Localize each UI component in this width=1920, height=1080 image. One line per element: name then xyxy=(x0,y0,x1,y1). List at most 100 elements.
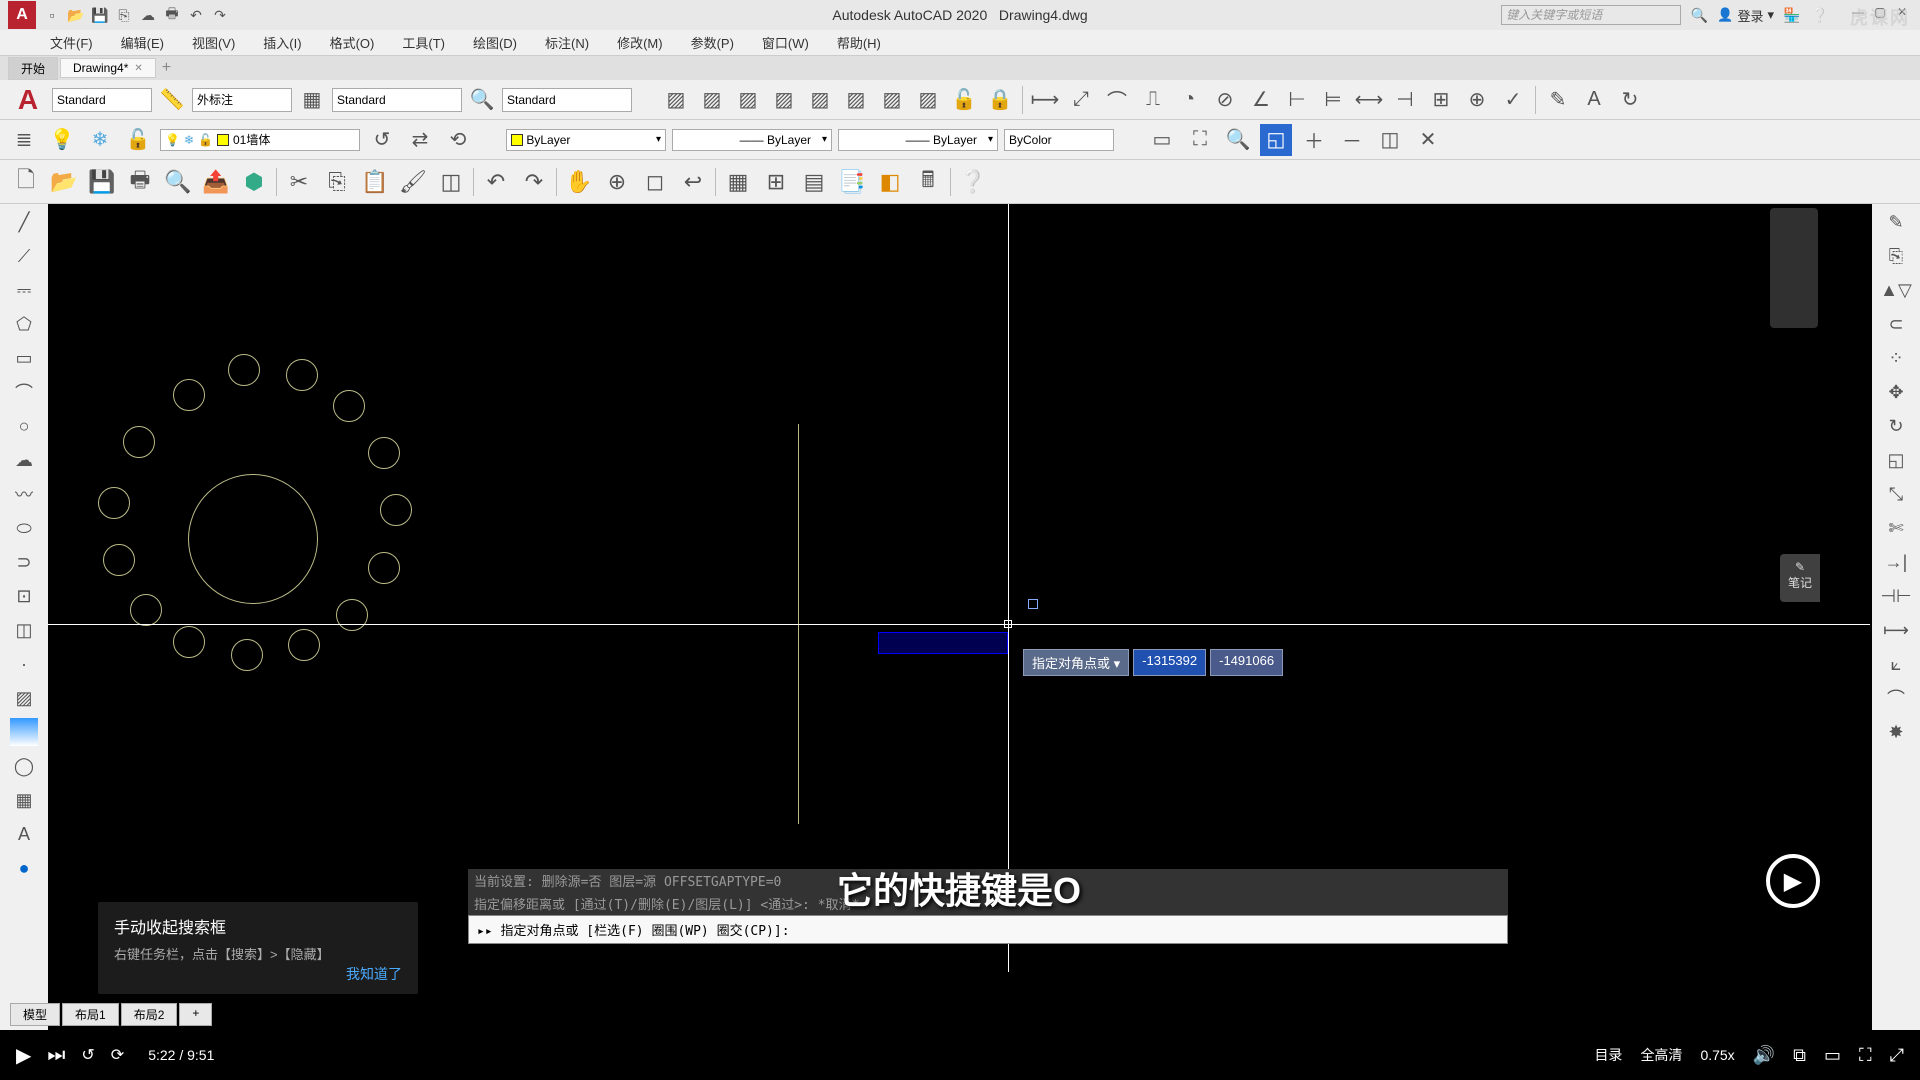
dim-space-icon[interactable]: ⟷ xyxy=(1353,84,1385,116)
help-icon[interactable]: ❔ xyxy=(1810,5,1830,25)
tab-add-layout[interactable]: + xyxy=(179,1003,212,1026)
mleader-style-dropdown[interactable]: Standard xyxy=(502,88,632,112)
color-dropdown[interactable]: ByLayer xyxy=(506,129,666,151)
mleader-style-icon[interactable]: 🔍 xyxy=(466,84,498,116)
3d-icon[interactable]: ⬢ xyxy=(236,164,272,200)
dim-style-icon[interactable]: 📏 xyxy=(156,84,188,116)
dim-edit-icon[interactable]: ✎ xyxy=(1542,84,1574,116)
dim-break-icon[interactable]: ⊣ xyxy=(1389,84,1421,116)
rotate-icon[interactable]: ↻ xyxy=(1882,412,1910,440)
print-icon[interactable]: 🖶 xyxy=(122,164,158,200)
region-icon[interactable]: ◯ xyxy=(10,752,38,780)
extend-icon[interactable]: →| xyxy=(1882,548,1910,576)
menu-dimension[interactable]: 标注(N) xyxy=(545,33,589,52)
menu-edit[interactable]: 编辑(E) xyxy=(121,33,164,52)
tab-layout2[interactable]: 布局2 xyxy=(121,1003,178,1026)
login-button[interactable]: 👤 登录 ▾ xyxy=(1717,6,1774,25)
table-style-icon[interactable]: ▦ xyxy=(296,84,328,116)
pan-icon[interactable]: ✋ xyxy=(561,164,597,200)
inspect-icon[interactable]: ✓ xyxy=(1497,84,1529,116)
sheet-set-icon[interactable]: 📑 xyxy=(834,164,870,200)
saveas-icon[interactable]: ⎘ xyxy=(114,5,134,25)
copy-obj-icon[interactable]: ⎘ xyxy=(1882,242,1910,270)
tab-new-icon[interactable]: + xyxy=(162,59,171,77)
layer-prev-icon[interactable]: ⟲ xyxy=(442,124,474,156)
chamfer-icon[interactable]: ⟀ xyxy=(1882,650,1910,678)
break-icon[interactable]: ⊣⊢ xyxy=(1882,582,1910,610)
toolbar-icon[interactable]: ▨ xyxy=(840,84,872,116)
zoom-in-icon[interactable]: ＋ xyxy=(1298,124,1330,156)
dim-text-edit-icon[interactable]: A xyxy=(1578,84,1610,116)
save-icon[interactable]: 💾 xyxy=(90,5,110,25)
zoom-win-icon[interactable]: ◻ xyxy=(637,164,673,200)
tab-close-icon[interactable]: ✕ xyxy=(134,63,142,74)
wide-icon[interactable]: ⛶ xyxy=(1859,1045,1872,1066)
gradient-icon[interactable] xyxy=(10,718,38,746)
menu-view[interactable]: 视图(V) xyxy=(192,33,235,52)
replay-icon[interactable]: ↺ xyxy=(81,1045,94,1065)
menu-help[interactable]: 帮助(H) xyxy=(837,33,881,52)
design-center-icon[interactable]: ⊞ xyxy=(758,164,794,200)
toolbar-icon[interactable]: ▨ xyxy=(912,84,944,116)
menu-format[interactable]: 格式(O) xyxy=(330,33,375,52)
calculator-icon[interactable]: 🖩 xyxy=(910,164,946,200)
erase-icon[interactable]: ✎ xyxy=(1882,208,1910,236)
offset-icon[interactable]: ⊂ xyxy=(1882,310,1910,338)
dim-ordinate-icon[interactable]: ⎍ xyxy=(1137,84,1169,116)
web-icon[interactable]: ☁ xyxy=(138,5,158,25)
play-button[interactable]: ▶ xyxy=(16,1043,31,1068)
menu-tools[interactable]: 工具(T) xyxy=(402,33,445,52)
table-icon[interactable]: ▦ xyxy=(10,786,38,814)
mtext-icon[interactable]: A xyxy=(10,820,38,848)
volume-icon[interactable]: 🔊 xyxy=(1753,1045,1775,1066)
zoom-realtime-icon[interactable]: 🔍 xyxy=(1222,124,1254,156)
toolbar-icon[interactable]: 🔓 xyxy=(948,84,980,116)
point-icon[interactable]: · xyxy=(10,650,38,678)
tolerance-icon[interactable]: ⊞ xyxy=(1425,84,1457,116)
make-current-icon[interactable]: ↺ xyxy=(366,124,398,156)
polygon-icon[interactable]: ⬠ xyxy=(10,310,38,338)
block-icon[interactable]: ◫ xyxy=(433,164,469,200)
spline-icon[interactable]: 〰 xyxy=(10,480,38,508)
play-next-button[interactable]: ▶ xyxy=(1766,854,1820,908)
zoom-previous-icon[interactable]: ◱ xyxy=(1260,124,1292,156)
lineweight-dropdown[interactable]: —— ByLayer xyxy=(672,129,832,151)
layer-on-icon[interactable]: 💡 xyxy=(46,124,78,156)
fullscreen-icon[interactable]: ⤢ xyxy=(1890,1045,1904,1066)
toolbar-icon[interactable]: ▨ xyxy=(804,84,836,116)
join-icon[interactable]: ⟼ xyxy=(1882,616,1910,644)
arc-icon[interactable]: ⌒ xyxy=(10,378,38,406)
new-icon[interactable]: ▫ xyxy=(42,5,62,25)
dim-style-dropdown[interactable]: 外标注 xyxy=(192,88,292,112)
zoom-icon[interactable]: ⊕ xyxy=(599,164,635,200)
tab-start[interactable]: 开始 xyxy=(8,57,58,80)
cut-icon[interactable]: ✂ xyxy=(281,164,317,200)
center-mark-icon[interactable]: ⊕ xyxy=(1461,84,1493,116)
tool-palette-icon[interactable]: ▤ xyxy=(796,164,832,200)
make-block-icon[interactable]: ◫ xyxy=(10,616,38,644)
view-cube[interactable] xyxy=(1770,208,1818,328)
open-file-icon[interactable]: 📂 xyxy=(46,164,82,200)
zoom-scale-icon[interactable]: ✕ xyxy=(1412,124,1444,156)
dim-arc-icon[interactable]: ⌒ xyxy=(1101,84,1133,116)
help-search-input[interactable]: 键入关键字或短语 xyxy=(1501,5,1681,25)
mirror-icon[interactable]: ▲▽ xyxy=(1882,276,1910,304)
drawing-canvas[interactable]: 指定对角点或 ▾ -1315392 -1491066 ✎笔记 手动收起搜索框 右… xyxy=(48,204,1870,972)
array-icon[interactable]: ⁘ xyxy=(1882,344,1910,372)
toolbar-icon[interactable]: 🔒 xyxy=(984,84,1016,116)
open-icon[interactable]: 📂 xyxy=(66,5,86,25)
layer-match-icon[interactable]: ⇄ xyxy=(404,124,436,156)
match-props-icon[interactable]: 🖌 xyxy=(395,164,431,200)
new-file-icon[interactable]: 🗋 xyxy=(8,164,44,200)
menu-draw[interactable]: 绘图(D) xyxy=(473,33,517,52)
dynamic-x-input[interactable]: -1315392 xyxy=(1133,649,1206,676)
save-file-icon[interactable]: 💾 xyxy=(84,164,120,200)
menu-parametric[interactable]: 参数(P) xyxy=(691,33,734,52)
toolbar-icon[interactable]: ▨ xyxy=(876,84,908,116)
scale-icon[interactable]: ◱ xyxy=(1882,446,1910,474)
polyline-icon[interactable]: ⎓ xyxy=(10,276,38,304)
menu-insert[interactable]: 插入(I) xyxy=(263,33,301,52)
stretch-icon[interactable]: ⤡ xyxy=(1882,480,1910,508)
dim-radius-icon[interactable]: ◔ xyxy=(1173,84,1205,116)
props-icon[interactable]: ▦ xyxy=(720,164,756,200)
